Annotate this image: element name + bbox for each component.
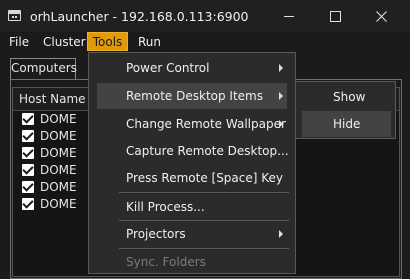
submenu-arrow-icon	[279, 64, 283, 72]
host-name-cell: DOME	[40, 112, 77, 126]
menu-item-label: Remote Desktop Items	[126, 89, 263, 103]
menu-file[interactable]: File	[3, 33, 35, 51]
menu-item-capture-remote-desktop[interactable]: Capture Remote Desktop...	[97, 138, 289, 164]
remote-desktop-submenu: Show Hide	[295, 81, 396, 139]
host-name-cell: DOME	[40, 146, 77, 160]
menu-item-label: Power Control	[126, 61, 210, 75]
menu-item-power-control[interactable]: Power Control	[97, 55, 287, 81]
menu-item-label: Sync. Folders	[126, 255, 206, 269]
menu-item-label: Capture Remote Desktop...	[126, 144, 289, 158]
submenu-arrow-icon	[279, 230, 283, 238]
minimize-button[interactable]	[266, 0, 312, 32]
submenu-item-label: Hide	[333, 117, 361, 131]
maximize-button[interactable]	[312, 0, 358, 32]
host-name-cell: DOME	[40, 197, 77, 211]
checkbox-checked-icon[interactable]	[22, 147, 34, 159]
maximize-icon	[329, 10, 341, 22]
menu-separator	[119, 192, 289, 193]
checkbox-checked-icon[interactable]	[22, 130, 34, 142]
menu-item-label: Kill Process...	[126, 200, 205, 214]
menu-run[interactable]: Run	[132, 33, 167, 51]
menu-item-label: Projectors	[126, 227, 186, 241]
menu-item-kill-process[interactable]: Kill Process...	[97, 194, 287, 220]
app-icon	[8, 10, 21, 21]
checkbox-checked-icon[interactable]	[22, 181, 34, 193]
checkbox-checked-icon[interactable]	[22, 113, 34, 125]
submenu-item-show[interactable]: Show	[302, 84, 391, 110]
submenu-arrow-icon	[279, 120, 283, 128]
menu-cluster[interactable]: Cluster	[37, 33, 92, 51]
host-name-cell: DOME	[40, 129, 77, 143]
host-name-cell: DOME	[40, 180, 77, 194]
submenu-arrow-icon	[279, 92, 283, 100]
host-name-cell: DOME	[40, 163, 77, 177]
minimize-icon	[284, 15, 294, 17]
submenu-item-hide[interactable]: Hide	[302, 111, 391, 137]
column-host-name[interactable]: Host Name	[19, 92, 86, 106]
menu-item-remote-desktop-items[interactable]: Remote Desktop Items	[97, 83, 287, 109]
menu-item-sync-folders: Sync. Folders	[97, 249, 287, 273]
checkbox-checked-icon[interactable]	[22, 198, 34, 210]
menu-item-label: Press Remote [Space] Key	[126, 171, 284, 185]
tab-computers[interactable]: Computers	[10, 58, 77, 79]
window-title: orhLauncher - 192.168.0.113:6900	[30, 9, 249, 24]
close-button[interactable]	[358, 0, 404, 32]
submenu-item-label: Show	[333, 90, 366, 104]
close-icon	[375, 10, 387, 22]
menu-item-projectors[interactable]: Projectors	[97, 221, 287, 247]
checkbox-checked-icon[interactable]	[22, 164, 34, 176]
menu-tools[interactable]: Tools	[87, 32, 128, 51]
menu-item-press-remote-space[interactable]: Press Remote [Space] Key	[97, 165, 287, 191]
menu-bar: File Cluster Tools Run	[0, 32, 410, 52]
menu-item-change-remote-wallpaper[interactable]: Change Remote Wallpaper	[97, 111, 287, 137]
tools-dropdown-menu: Power Control Remote Desktop Items Chang…	[88, 52, 296, 274]
menu-item-label: Change Remote Wallpaper	[126, 117, 286, 131]
title-bar: orhLauncher - 192.168.0.113:6900	[0, 0, 410, 32]
